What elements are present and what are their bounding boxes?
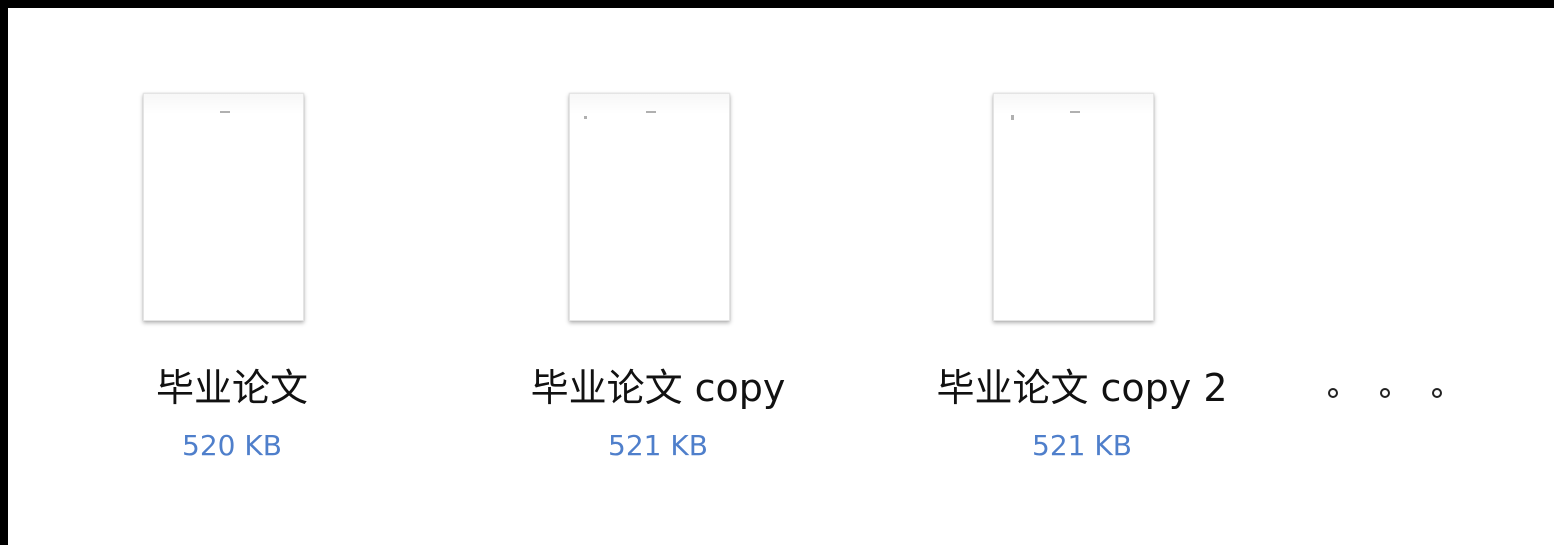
ellipsis-dot (1380, 388, 1390, 398)
file-name: 毕业论文 copy (530, 366, 786, 410)
file-size: 520 KB (182, 429, 282, 462)
file-item[interactable]: 毕业论文 copy 521 KB (478, 8, 838, 545)
page-mark (1011, 115, 1014, 120)
file-name: 毕业论文 (155, 366, 308, 410)
page-mark (646, 111, 656, 113)
document-thumbnail-icon[interactable] (143, 93, 304, 321)
file-item[interactable]: 毕业论文 520 KB (52, 8, 412, 545)
file-size: 521 KB (1032, 429, 1132, 462)
document-thumbnail-icon[interactable] (993, 93, 1154, 321)
ellipsis-icon (1328, 388, 1442, 398)
file-size: 521 KB (608, 429, 708, 462)
ellipsis-dot (1432, 388, 1442, 398)
file-name: 毕业论文 copy 2 (936, 366, 1228, 410)
file-item[interactable]: 毕业论文 copy 2 521 KB (902, 8, 1262, 545)
page-mark (584, 116, 587, 119)
page-mark (220, 111, 230, 113)
page-mark (1070, 111, 1080, 113)
file-browser: 毕业论文 520 KB 毕业论文 copy 521 KB 毕业论文 copy 2… (8, 8, 1554, 545)
document-thumbnail-icon[interactable] (569, 93, 730, 321)
ellipsis-dot (1328, 388, 1338, 398)
